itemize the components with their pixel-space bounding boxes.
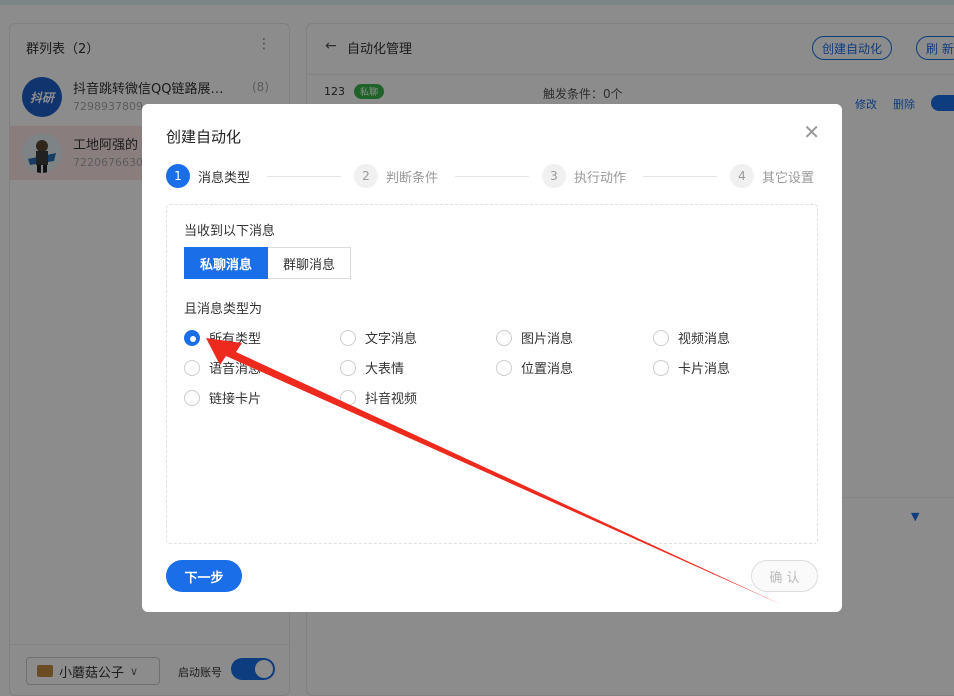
radio-label: 链接卡片 <box>209 392 262 407</box>
radio-circle <box>496 329 512 346</box>
step-label: 消息类型 <box>198 170 251 186</box>
radio-voice-message[interactable]: 语音消息 <box>184 358 261 377</box>
step-label: 其它设置 <box>762 170 815 186</box>
message-source-segment: 私聊消息 群聊消息 <box>184 247 352 279</box>
radio-video-message[interactable]: 视频消息 <box>653 328 730 347</box>
message-type-form: 当收到以下消息 私聊消息 群聊消息 且消息类型为 所有类型 文字消息 图片消息 … <box>166 204 818 544</box>
step-number: 4 <box>730 164 754 188</box>
group-message-option[interactable]: 群聊消息 <box>268 247 352 279</box>
radio-label: 文字消息 <box>365 332 418 347</box>
radio-label: 语音消息 <box>209 362 262 377</box>
step-label: 判断条件 <box>386 170 439 186</box>
radio-label: 大表情 <box>365 362 405 377</box>
radio-image-message[interactable]: 图片消息 <box>496 328 573 347</box>
radio-circle <box>340 389 356 406</box>
radio-label: 视频消息 <box>678 332 731 347</box>
step-other-settings: 4 其它设置 <box>730 164 814 188</box>
step-connector <box>643 176 717 177</box>
step-connector <box>267 176 341 177</box>
radio-circle <box>496 359 512 376</box>
step-connector <box>455 176 529 177</box>
radio-label: 抖音视频 <box>365 392 418 407</box>
radio-circle <box>340 359 356 376</box>
radio-all-types[interactable]: 所有类型 <box>184 328 261 347</box>
radio-location-message[interactable]: 位置消息 <box>496 358 573 377</box>
radio-sticker[interactable]: 大表情 <box>340 358 404 377</box>
radio-label: 位置消息 <box>521 362 574 377</box>
dialog-title: 创建自动化 <box>166 128 242 146</box>
radio-label: 卡片消息 <box>678 362 731 377</box>
message-type-label: 且消息类型为 <box>184 302 263 317</box>
step-actions: 3 执行动作 <box>542 164 626 188</box>
radio-circle <box>184 389 200 406</box>
private-message-option[interactable]: 私聊消息 <box>184 247 269 279</box>
radio-circle <box>184 359 200 376</box>
radio-card-message[interactable]: 卡片消息 <box>653 358 730 377</box>
radio-circle <box>340 329 356 346</box>
step-number: 3 <box>542 164 566 188</box>
create-automation-dialog: 创建自动化 ✕ 1 消息类型 2 判断条件 3 执行动作 4 其它设置 当收到以… <box>142 104 842 612</box>
radio-circle <box>653 329 669 346</box>
radio-label: 所有类型 <box>209 332 262 347</box>
step-message-type: 1 消息类型 <box>166 164 250 188</box>
radio-text-message[interactable]: 文字消息 <box>340 328 417 347</box>
step-label: 执行动作 <box>574 170 627 186</box>
radio-circle <box>184 329 200 346</box>
radio-douyin-video[interactable]: 抖音视频 <box>340 388 417 407</box>
step-number: 2 <box>354 164 378 188</box>
close-icon[interactable]: ✕ <box>803 122 820 142</box>
next-step-button[interactable]: 下一步 <box>166 560 242 592</box>
step-indicator: 1 消息类型 2 判断条件 3 执行动作 4 其它设置 <box>166 164 818 188</box>
confirm-button[interactable]: 确 认 <box>751 560 818 592</box>
radio-link-card[interactable]: 链接卡片 <box>184 388 261 407</box>
radio-circle <box>653 359 669 376</box>
step-conditions: 2 判断条件 <box>354 164 438 188</box>
when-received-label: 当收到以下消息 <box>184 224 276 239</box>
radio-label: 图片消息 <box>521 332 574 347</box>
step-number: 1 <box>166 164 190 188</box>
